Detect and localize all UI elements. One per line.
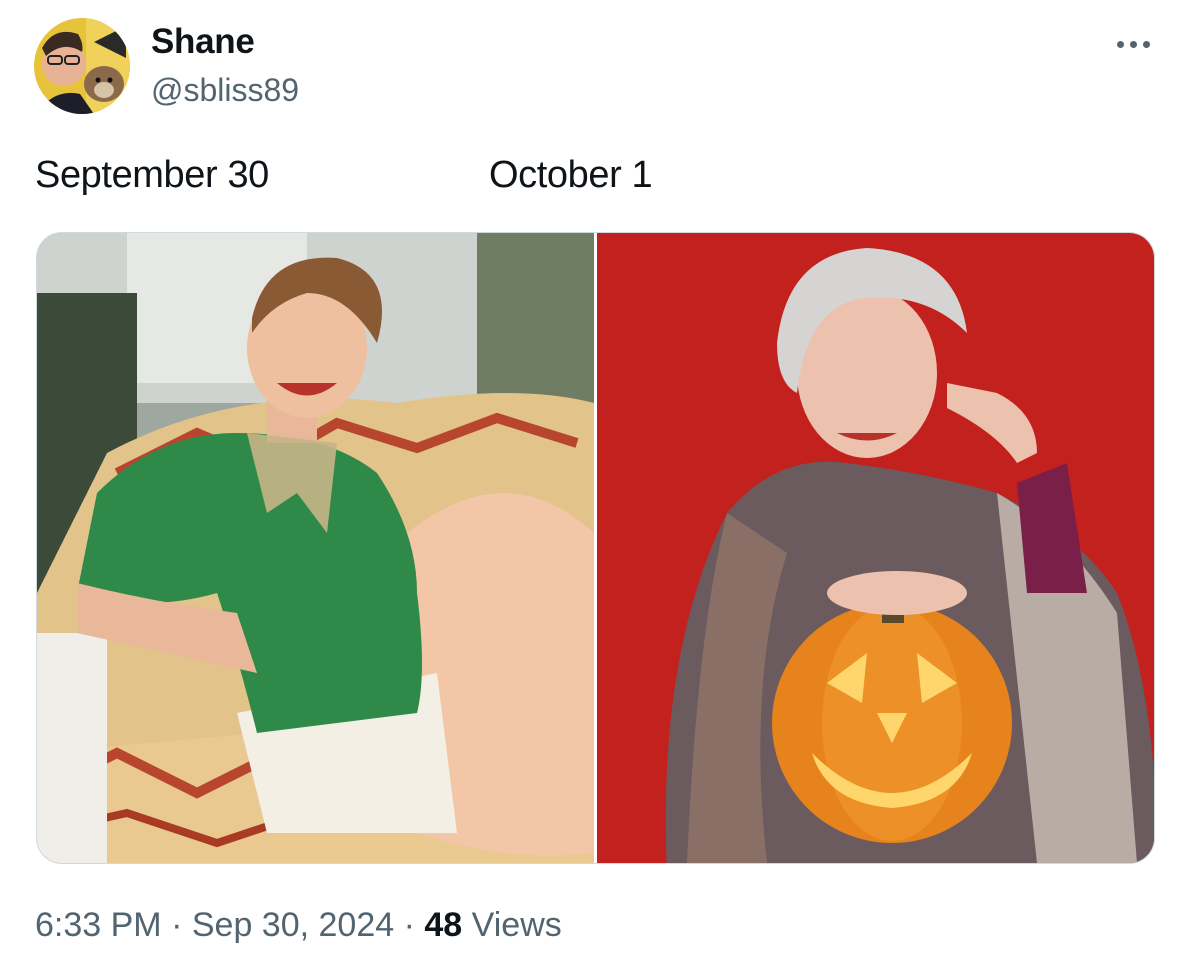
photo-right[interactable]	[597, 233, 1154, 863]
tweet-media	[36, 232, 1155, 864]
tweet-text-left: September 30	[35, 154, 269, 196]
meta-separator: ·	[171, 906, 183, 944]
more-dot	[1142, 40, 1150, 48]
author-handle[interactable]: @sbliss89	[151, 68, 299, 112]
meta-separator: ·	[403, 906, 415, 944]
more-options-icon[interactable]	[1108, 30, 1158, 58]
tweet-meta: 6:33 PM · Sep 30, 2024 · 48 Views	[35, 902, 562, 948]
more-dot	[1116, 40, 1124, 48]
author-name[interactable]: Shane	[151, 20, 255, 64]
tweet-text-right: October 1	[489, 154, 653, 196]
views-label[interactable]: Views	[472, 906, 562, 944]
more-dot	[1129, 40, 1137, 48]
tweet-time[interactable]: 6:33 PM	[35, 906, 162, 944]
photo-left[interactable]	[37, 233, 594, 863]
tweet-date[interactable]: Sep 30, 2024	[192, 906, 394, 944]
views-count[interactable]: 48	[424, 906, 462, 944]
author-avatar[interactable]	[34, 18, 130, 114]
